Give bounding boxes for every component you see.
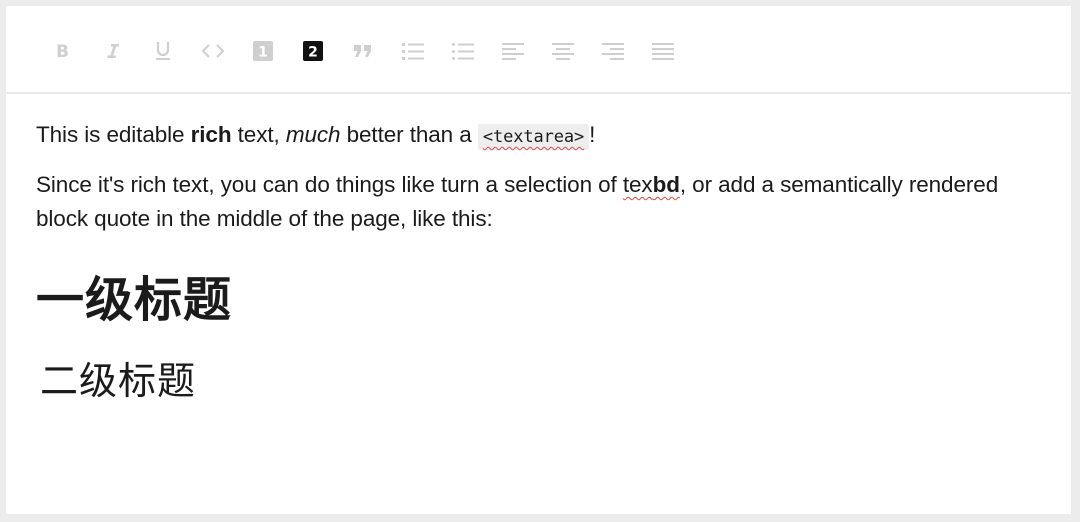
underline-button[interactable]	[138, 31, 188, 71]
italic-icon	[107, 43, 119, 58]
align-center-button[interactable]	[538, 31, 588, 71]
text-span: text,	[231, 122, 286, 147]
align-center-icon	[552, 42, 574, 60]
heading-two-text: 二级标题	[40, 359, 197, 403]
heading-one-icon: 1	[253, 40, 273, 61]
code-icon	[201, 43, 225, 58]
svg-text:2: 2	[308, 44, 318, 60]
inline-code-text: <textarea>	[482, 127, 585, 147]
numbered-list-button[interactable]	[388, 31, 438, 71]
bold-button[interactable]: B	[38, 31, 88, 71]
paragraph-intro[interactable]: This is editable rich text, much better …	[36, 118, 1041, 154]
code-button[interactable]	[188, 31, 238, 71]
bold-icon: B	[56, 42, 69, 60]
align-justify-button[interactable]	[638, 31, 688, 71]
block-quote-button[interactable]	[338, 31, 388, 71]
underline-icon	[156, 41, 170, 60]
align-right-button[interactable]	[588, 31, 638, 71]
svg-text:1: 1	[258, 44, 268, 60]
italic-button[interactable]	[88, 31, 138, 71]
inline-code: <textarea>	[477, 124, 590, 150]
svg-text:B: B	[56, 42, 69, 60]
text-span: This is editable	[36, 122, 191, 147]
heading-two-icon: 2	[303, 40, 323, 61]
rich-text-editor[interactable]: This is editable rich text, much better …	[6, 94, 1071, 406]
align-right-icon	[602, 42, 624, 60]
text-span: Since it's rich text, you can do things …	[36, 172, 623, 197]
text-span: better than a	[340, 122, 478, 147]
align-justify-icon	[652, 42, 674, 60]
align-left-icon	[502, 42, 524, 60]
bulleted-list-icon	[452, 42, 474, 60]
toolbar: B 1 2	[6, 6, 1071, 94]
text-span: !	[589, 122, 596, 147]
heading-two[interactable]: 二级标题	[40, 356, 1041, 406]
misspelled-plain: tex	[622, 172, 653, 197]
heading-one-button[interactable]: 1	[238, 31, 288, 71]
paragraph-rich-text[interactable]: Since it's rich text, you can do things …	[36, 168, 1041, 236]
italic-text: much	[285, 122, 341, 147]
bulleted-list-button[interactable]	[438, 31, 488, 71]
heading-one[interactable]: 一级标题	[36, 268, 1041, 332]
numbered-list-icon	[402, 42, 424, 60]
block-quote-icon	[354, 44, 371, 57]
misspelled-bold: bd	[652, 172, 680, 197]
bold-text: rich	[190, 122, 232, 147]
align-left-button[interactable]	[488, 31, 538, 71]
editor-frame: B 1 2 This is editable rich text, much b…	[6, 6, 1071, 514]
heading-two-button[interactable]: 2	[288, 31, 338, 71]
misspelled-word: texbd	[623, 172, 680, 197]
